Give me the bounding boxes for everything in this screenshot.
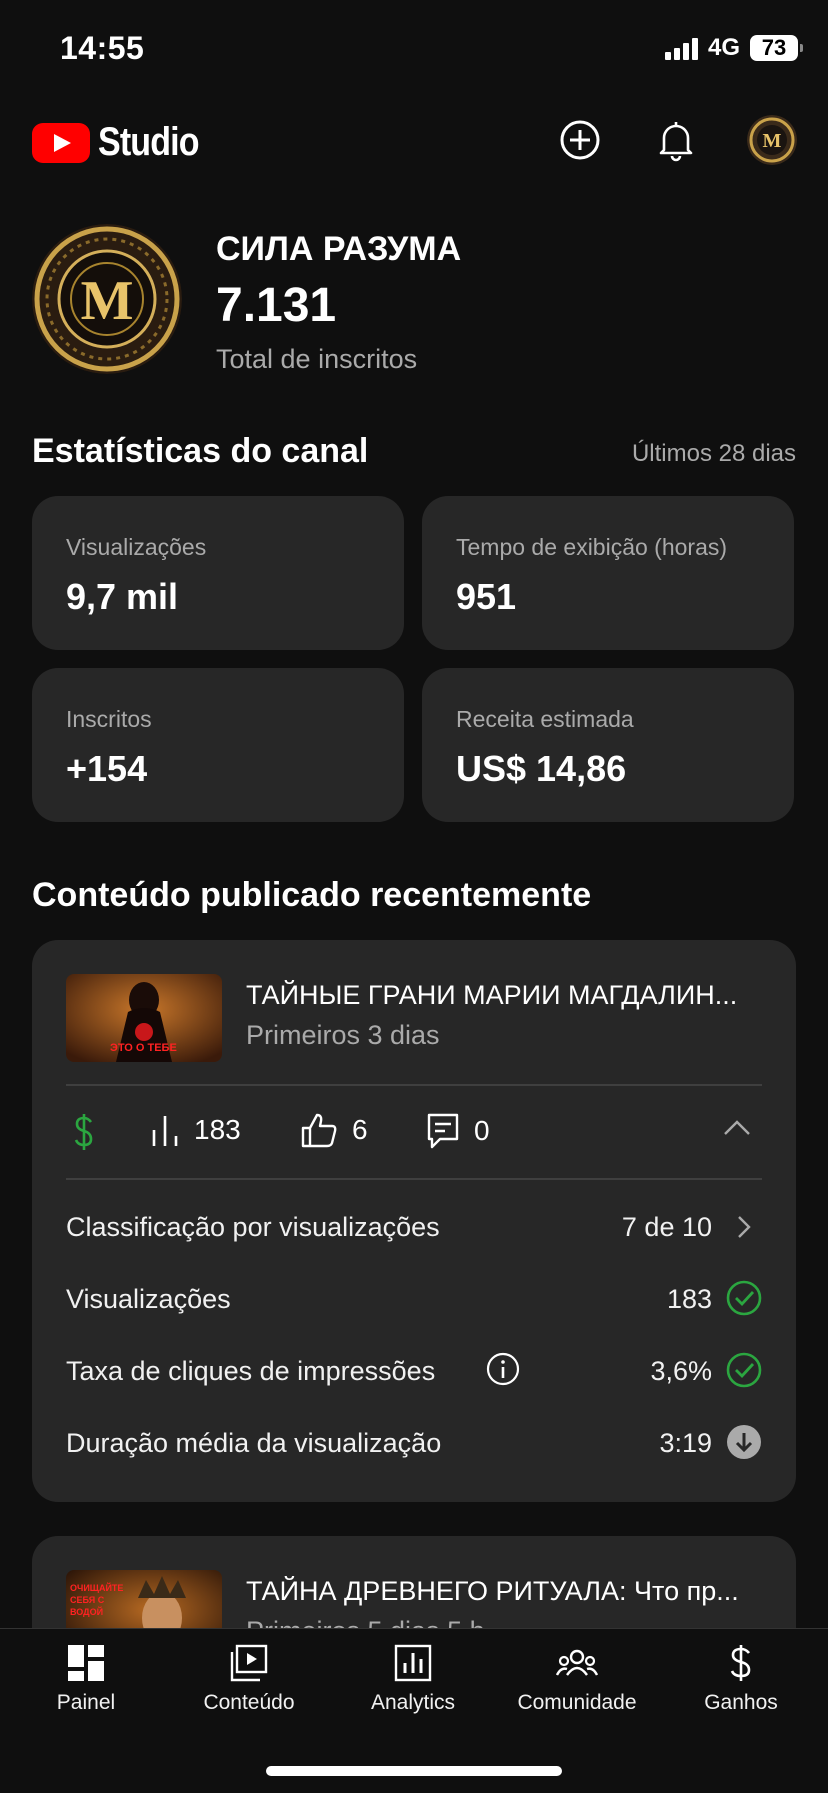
- likes-count: 6: [352, 1114, 368, 1145]
- views-metric: 183: [150, 1112, 241, 1148]
- bar-chart-icon: [152, 1116, 178, 1146]
- stat-card-views[interactable]: Visualizações 9,7 mil: [32, 496, 404, 650]
- video-title[interactable]: ТАЙНА ДРЕВНЕГО РИТУАЛА: Что пр...: [246, 1576, 766, 1607]
- collapse-button[interactable]: [722, 1118, 752, 1143]
- create-icon: [560, 120, 600, 160]
- row-value: 3:19: [659, 1428, 712, 1458]
- ctr-row: Taxa de cliques de impressões 3,6%: [66, 1346, 796, 1396]
- dashboard-icon: [68, 1645, 104, 1681]
- svg-text:M: M: [763, 130, 782, 152]
- ranking-row[interactable]: Classificação por visualizações 7 de 10: [66, 1202, 796, 1252]
- row-label: Taxa de cliques de impressões: [66, 1356, 436, 1386]
- battery-icon: 73: [750, 35, 803, 61]
- content-icon: [230, 1644, 268, 1682]
- views-row: Visualizações 183: [66, 1274, 796, 1324]
- account-avatar[interactable]: M: [747, 115, 797, 165]
- thumbs-up-icon: [301, 1113, 337, 1148]
- status-time: 14:55: [60, 30, 145, 66]
- comments-metric: 0: [426, 1112, 490, 1150]
- channel-avatar[interactable]: M: [32, 224, 182, 374]
- row-label: Visualizações: [66, 1284, 231, 1314]
- video-period: Primeiros 3 dias: [246, 1020, 440, 1050]
- nav-label: Conteúdo: [203, 1691, 295, 1714]
- video-thumbnail[interactable]: ЭТО О ТЕБЕ: [66, 974, 222, 1062]
- check-circle-icon: [726, 1352, 762, 1388]
- divider: [66, 1084, 762, 1086]
- nav-label: Analytics: [370, 1691, 456, 1714]
- nav-item-comunidade[interactable]: Comunidade: [497, 1643, 657, 1715]
- nav-item-ganhos[interactable]: Ganhos: [661, 1643, 821, 1715]
- stat-card-watch-time[interactable]: Tempo de exibição (horas) 951: [422, 496, 794, 650]
- svg-text:M: M: [81, 270, 134, 332]
- divider: [66, 1178, 762, 1180]
- nav-item-conteudo[interactable]: Conteúdo: [169, 1643, 329, 1715]
- row-label: Classificação por visualizações: [66, 1212, 440, 1242]
- row-label: Duração média da visualização: [66, 1428, 442, 1458]
- network-type: 4G: [707, 34, 740, 61]
- youtube-studio-logo[interactable]: Studio: [32, 120, 216, 165]
- views-count: 183: [194, 1114, 241, 1145]
- recent-title: Conteúdo publicado recentemente: [32, 876, 592, 914]
- nav-label: Comunidade: [517, 1691, 637, 1714]
- video-title[interactable]: ТАЙНЫЕ ГРАНИ МАРИИ МАГДАЛИН...: [246, 980, 766, 1011]
- thumbnail-text: ОЧИЩАЙТЕ СЕБЯ С ВОДОЙ: [70, 1583, 124, 1617]
- likes-metric: 6: [300, 1112, 368, 1148]
- notifications-button[interactable]: [652, 116, 700, 164]
- subscriber-label: Total de inscritos: [216, 344, 418, 374]
- row-value: 183: [666, 1284, 712, 1314]
- check-circle-icon: [726, 1280, 762, 1316]
- nav-item-painel[interactable]: Painel: [6, 1643, 166, 1715]
- row-value: 7 de 10: [621, 1212, 712, 1242]
- community-icon: [555, 1649, 599, 1676]
- create-button[interactable]: [556, 116, 604, 164]
- stat-card-revenue[interactable]: Receita estimada US$ 14,86: [422, 668, 794, 822]
- stat-value: 9,7 mil: [66, 576, 179, 617]
- logo-text: Studio: [98, 120, 200, 164]
- comment-icon: [427, 1113, 459, 1149]
- stat-card-subscribers[interactable]: Inscritos +154: [32, 668, 404, 822]
- bell-icon: [659, 122, 693, 162]
- stat-label: Inscritos: [66, 706, 152, 732]
- stats-title: Estatísticas do canal: [32, 432, 369, 470]
- chevron-right-icon: [738, 1216, 751, 1238]
- stat-label: Visualizações: [66, 534, 207, 560]
- video-card: ЭТО О ТЕБЕ ТАЙНЫЕ ГРАНИ МАРИИ МАГДАЛИН..…: [32, 940, 796, 1502]
- stat-value: US$ 14,86: [456, 748, 627, 789]
- nav-label: Ganhos: [704, 1691, 778, 1714]
- channel-name: СИЛА РАЗУМА: [216, 230, 462, 268]
- comments-count: 0: [474, 1115, 490, 1146]
- stat-value: 951: [456, 576, 517, 617]
- signal-icon: [664, 36, 698, 60]
- arrow-down-circle-icon: [727, 1425, 761, 1459]
- stat-label: Receita estimada: [456, 706, 634, 732]
- youtube-play-icon: [32, 122, 90, 163]
- nav-label: Painel: [56, 1691, 116, 1714]
- analytics-icon: [394, 1644, 432, 1682]
- thumbnail-text: ЭТО О ТЕБЕ: [110, 1042, 177, 1054]
- monetization-status: [72, 1112, 96, 1152]
- subscriber-count: 7.131: [216, 279, 337, 332]
- home-indicator[interactable]: [266, 1766, 562, 1776]
- status-indicators: 4G 73: [664, 34, 803, 62]
- row-value: 3,6%: [650, 1356, 712, 1386]
- avg-duration-row: Duração média da visualização 3:19: [66, 1418, 796, 1468]
- stats-period[interactable]: Últimos 28 dias: [632, 440, 796, 468]
- earnings-icon: [730, 1645, 751, 1681]
- dollar-icon: [74, 1114, 93, 1150]
- info-icon[interactable]: [486, 1352, 520, 1386]
- chevron-up-icon: [724, 1120, 750, 1135]
- battery-level: 73: [761, 35, 787, 60]
- stat-value: +154: [66, 748, 148, 789]
- nav-item-analytics[interactable]: Analytics: [333, 1643, 493, 1715]
- stat-label: Tempo de exibição (horas): [456, 534, 728, 560]
